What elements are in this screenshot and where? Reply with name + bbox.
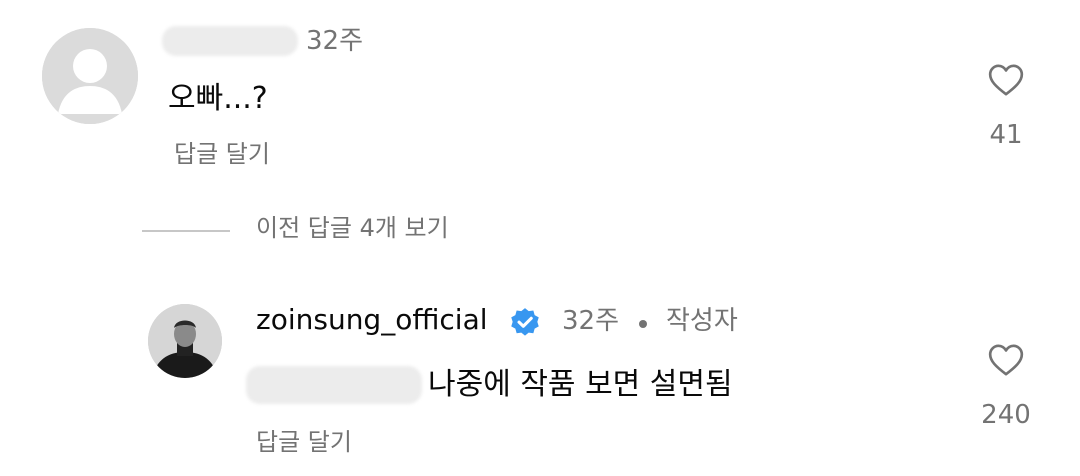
username-redacted[interactable]	[162, 26, 298, 56]
mention-redacted[interactable]	[246, 366, 422, 404]
verified-badge-icon	[508, 306, 542, 340]
like-count: 240	[981, 400, 1031, 430]
comment-timestamp: 32주	[562, 306, 620, 336]
separator-dot	[639, 320, 647, 328]
heart-icon[interactable]	[986, 340, 1026, 380]
view-previous-replies-button[interactable]: 이전 답글 4개 보기	[256, 216, 449, 240]
reply-button[interactable]: 답글 달기	[174, 142, 270, 166]
comment-text: 나중에 작품 보면 설면됨	[428, 367, 733, 402]
default-avatar-icon[interactable]	[42, 28, 138, 124]
like-count: 41	[989, 120, 1023, 150]
replies-divider	[142, 230, 230, 232]
heart-icon[interactable]	[986, 60, 1026, 100]
author-badge: 작성자	[666, 306, 738, 336]
avatar[interactable]	[148, 304, 222, 378]
reply-button[interactable]: 답글 달기	[256, 430, 352, 454]
comment-text: 오빠...?	[168, 81, 268, 116]
comment-username[interactable]: zoinsung_official	[256, 306, 488, 334]
comment-timestamp: 32주	[306, 26, 364, 56]
